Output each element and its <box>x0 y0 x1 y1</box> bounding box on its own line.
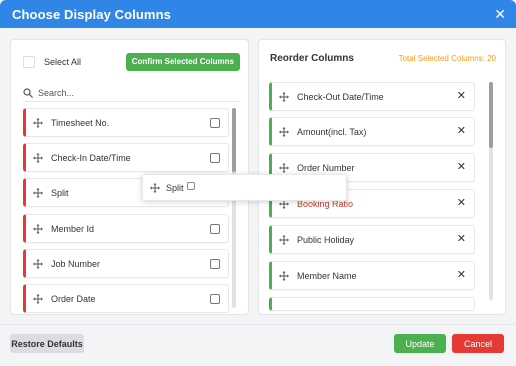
total-selected-count: Total Selected Columns: 20 <box>398 54 496 63</box>
remove-x-icon[interactable]: ✕ <box>457 198 466 209</box>
cancel-button[interactable]: Cancel <box>452 334 504 353</box>
footer-divider <box>0 324 516 325</box>
dragging-item-split[interactable]: Split <box>142 174 347 201</box>
select-all-checkbox[interactable] <box>23 56 35 68</box>
list-item-member-id[interactable]: Member Id <box>23 214 229 243</box>
modal-header: Choose Display Columns ✕ <box>0 0 516 28</box>
list-item-job-number[interactable]: Job Number <box>23 249 229 278</box>
reorder-title: Reorder Columns <box>270 53 354 64</box>
select-all-row: Select All Confirm Selected Columns <box>23 52 240 72</box>
choose-columns-modal: Choose Display Columns ✕ Select All Conf… <box>0 0 516 366</box>
close-icon[interactable]: ✕ <box>494 7 506 21</box>
move-icon[interactable] <box>279 270 289 281</box>
item-label: Timesheet No. <box>51 117 110 128</box>
select-all-label: Select All <box>44 57 82 67</box>
left-scrollbar[interactable] <box>232 108 236 308</box>
search-bar <box>23 84 240 102</box>
item-label: Split <box>51 187 69 198</box>
item-label: Public Holiday <box>297 234 355 245</box>
move-icon[interactable] <box>279 234 289 245</box>
move-icon[interactable] <box>150 182 160 193</box>
restore-defaults-button[interactable]: Restore Defaults <box>10 334 84 353</box>
search-input[interactable] <box>38 87 218 98</box>
list-item-check-out-date-time[interactable]: Check-Out Date/Time ✕ <box>269 82 475 111</box>
item-label: Check-Out Date/Time <box>297 91 384 102</box>
list-item-member-name[interactable]: Member Name ✕ <box>269 261 475 290</box>
list-item-partial <box>269 297 475 311</box>
move-icon[interactable] <box>279 162 289 173</box>
list-item-timesheet-no[interactable]: Timesheet No. <box>23 108 229 137</box>
move-icon[interactable] <box>279 126 289 137</box>
item-checkbox[interactable] <box>210 223 220 234</box>
item-label: Amount(incl. Tax) <box>297 126 367 137</box>
right-scrollbar-thumb[interactable] <box>489 82 493 148</box>
move-icon[interactable] <box>33 258 43 269</box>
item-label: Check-In Date/Time <box>51 152 131 163</box>
move-icon[interactable] <box>33 293 43 304</box>
item-label: Order Date <box>51 293 96 304</box>
list-item-check-in-date-time[interactable]: Check-In Date/Time <box>23 143 229 172</box>
update-button[interactable]: Update <box>394 334 446 353</box>
right-scrollbar[interactable] <box>489 82 493 300</box>
remove-x-icon[interactable]: ✕ <box>457 234 466 245</box>
item-checkbox[interactable] <box>210 117 220 128</box>
remove-x-icon[interactable]: ✕ <box>457 126 466 137</box>
list-item-order-date[interactable]: Order Date <box>23 284 229 313</box>
available-columns-list: Timesheet No. Check-In Date/Time Split M… <box>23 108 237 314</box>
list-item-amount-incl-tax[interactable]: Amount(incl. Tax) ✕ <box>269 117 475 146</box>
item-label: Member Name <box>297 270 357 281</box>
item-label: Order Number <box>297 162 355 173</box>
drag-item-label: Split <box>166 182 184 193</box>
select-all-checkbox-label[interactable]: Select All <box>23 56 81 68</box>
item-label: Job Number <box>51 258 101 269</box>
left-scrollbar-thumb[interactable] <box>232 108 236 172</box>
item-label: Member Id <box>51 223 95 234</box>
remove-x-icon[interactable]: ✕ <box>457 91 466 102</box>
confirm-selected-columns-button[interactable]: Confirm Selected Columns <box>125 53 240 71</box>
item-checkbox[interactable] <box>210 258 220 269</box>
move-icon[interactable] <box>279 91 289 102</box>
list-item-public-holiday[interactable]: Public Holiday ✕ <box>269 225 475 254</box>
reorder-header: Reorder Columns Total Selected Columns: … <box>270 53 496 64</box>
move-icon[interactable] <box>33 117 43 128</box>
drag-item-checkbox <box>186 181 195 190</box>
item-checkbox[interactable] <box>210 293 220 304</box>
item-checkbox[interactable] <box>210 152 220 163</box>
modal-title: Choose Display Columns <box>12 6 171 22</box>
remove-x-icon[interactable]: ✕ <box>457 270 466 281</box>
remove-x-icon[interactable]: ✕ <box>457 162 466 173</box>
move-icon[interactable] <box>33 152 43 163</box>
search-icon <box>23 87 33 98</box>
move-icon[interactable] <box>33 223 43 234</box>
move-icon[interactable] <box>33 187 43 198</box>
